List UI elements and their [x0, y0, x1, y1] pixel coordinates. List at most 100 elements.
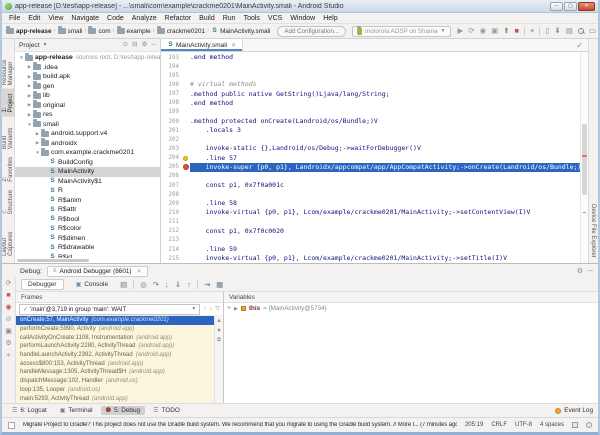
code-text[interactable]: const p1, 0x7f0a001c — [190, 181, 284, 190]
code-line-215[interactable]: 215 invoke-virtual {p0, p1}, Lcom/exampl… — [161, 254, 580, 263]
mute-breakpoints-icon[interactable]: ⊘ — [6, 316, 12, 323]
tree-item-mainactivity-1[interactable]: S MainActivity$1 — [15, 177, 160, 187]
twisty-right-icon[interactable]: ▶ — [26, 74, 33, 80]
tree-item-smali[interactable]: ▼ smali — [15, 119, 160, 130]
line-number[interactable]: 198 — [161, 100, 181, 106]
thread-dump-icon[interactable]: ▣ — [5, 328, 12, 335]
scroll-down-icon[interactable]: ▼ — [216, 328, 221, 335]
menu-refactor[interactable]: Refactor — [161, 15, 195, 22]
breadcrumb-example[interactable]: example — [116, 26, 151, 35]
line-number[interactable]: 215 — [161, 256, 181, 262]
frame-down-icon[interactable]: ↓ — [209, 306, 212, 312]
attach-debugger-icon[interactable]: ⌖ — [530, 27, 534, 35]
profiler-icon[interactable]: ⬆ — [503, 27, 509, 35]
menu-code[interactable]: Code — [103, 15, 128, 22]
code-line-207[interactable]: 207 const p1, 0x7f0a001c — [161, 181, 580, 190]
code-text[interactable]: .line 59 — [190, 245, 237, 254]
tree-item-app-release[interactable]: ▼ app-release sources root, D:\test\app-re… — [15, 52, 160, 63]
line-number[interactable]: 208 — [161, 192, 181, 198]
tree-item-buildconfig[interactable]: S BuildConfig — [15, 158, 160, 168]
tree-item-r-anim[interactable]: S R$anim — [15, 196, 160, 206]
code-line-211[interactable]: 211 — [161, 218, 580, 227]
stack-frame[interactable]: handleLaunchActivity:2392, ActivityThrea… — [16, 351, 223, 360]
stack-frame[interactable]: performLaunchActivity:2280, ActivityThre… — [16, 342, 223, 351]
code-line-202[interactable]: 202 — [161, 135, 580, 144]
line-number[interactable]: 207 — [161, 183, 181, 189]
inspection-ok-icon[interactable]: ✓ — [576, 41, 583, 50]
tree-item-androidx[interactable]: ▶ androidx — [15, 138, 160, 149]
tree-item-r-color[interactable]: S R$color — [15, 224, 160, 234]
line-number[interactable]: 206 — [161, 173, 181, 179]
tree-item-com-example-crackme0201[interactable]: ▼ com.example.crackme0201 — [15, 147, 160, 158]
tab-console[interactable]: ▣ Console — [70, 280, 115, 289]
tool-button-layout-captures[interactable]: Layout Captures — [1, 218, 15, 260]
line-number[interactable]: 202 — [161, 137, 181, 143]
avd-manager-icon[interactable]: ▯ — [545, 27, 549, 35]
code-text[interactable]: # virtual methods — [190, 80, 257, 89]
stack-frame[interactable]: dispatchMessage:102, Handler (android.os) — [16, 377, 223, 386]
indexing-indicator-icon[interactable] — [586, 422, 592, 428]
tree-item-build-apk[interactable]: ▶ build.apk — [15, 71, 160, 82]
code-text[interactable]: .line 57 — [190, 154, 237, 163]
tool-button-device-file-explorer[interactable]: Device File Explorer — [590, 204, 596, 258]
code-editor[interactable]: 193 .end method 194 195 196 # virtual methods… — [161, 52, 588, 263]
code-text[interactable]: const p1, 0x7f0c0020 — [190, 227, 284, 236]
code-text[interactable]: invoke-super {p0, p1}, Landroidx/appcomp… — [190, 162, 580, 172]
tree-item--idea[interactable]: ▶ .idea — [15, 62, 160, 73]
code-text[interactable]: .line 58 — [190, 199, 237, 208]
code-line-209[interactable]: 209 .line 58 — [161, 199, 580, 208]
scrollbar-thumb[interactable] — [582, 123, 587, 196]
show-execution-point-icon[interactable]: ◎ — [140, 281, 147, 289]
step-out-icon[interactable]: ↑ — [187, 281, 191, 289]
code-text[interactable]: .method protected onCreate(Landroid/os/B… — [190, 117, 378, 126]
tool-button-7-structure[interactable]: 7: Structure — [1, 186, 15, 218]
tool-button-1-project[interactable]: 1: Project — [1, 89, 15, 117]
project-horizontal-scrollbar[interactable] — [15, 258, 160, 263]
twisty-down-icon[interactable]: ▼ — [26, 122, 33, 127]
pin-icon[interactable]: ⌖ — [7, 352, 11, 359]
line-number[interactable]: 201 — [161, 128, 181, 134]
stop-icon[interactable]: ■ — [515, 27, 520, 35]
gear-icon[interactable]: ⚙ — [577, 268, 583, 275]
code-text[interactable]: invoke-virtual {p0, p1}, Lcom/example/cr… — [190, 254, 507, 263]
twisty-right-icon[interactable]: ▶ — [26, 112, 33, 118]
collapse-all-icon[interactable]: ⊟ — [132, 41, 137, 49]
stack-frame[interactable]: onCreate:57, MainActivity (com.example.cr… — [16, 316, 223, 325]
rerun-icon[interactable]: ⟳ — [6, 280, 12, 287]
expand-icon[interactable]: ▶ — [234, 306, 238, 312]
view-breakpoints-icon[interactable]: ◉ — [5, 304, 11, 311]
apply-changes-icon[interactable]: ⟳ — [468, 27, 474, 35]
stack-frame[interactable]: handleMessage:1305, ActivityThread$H (and… — [16, 368, 223, 377]
thread-selector[interactable]: ✓ 'main'@3,719 in group 'main': WAIT ▼ — [19, 303, 201, 315]
twisty-right-icon[interactable]: ▶ — [34, 131, 41, 137]
code-line-193[interactable]: 193 .end method — [161, 53, 580, 62]
tool-window-button-terminal[interactable]: ▣ Terminal — [55, 406, 98, 415]
line-number[interactable]: 214 — [161, 247, 181, 253]
twisty-right-icon[interactable]: ▶ — [26, 102, 33, 108]
close-icon[interactable]: ✕ — [137, 268, 142, 275]
sdk-manager-icon[interactable]: ⬇ — [554, 27, 560, 35]
add-watch-icon[interactable]: + — [227, 305, 231, 312]
add-configuration-button[interactable]: Add Configuration... — [277, 25, 347, 37]
bookmark-icon[interactable]: ▭ — [589, 27, 596, 35]
close-button[interactable]: ✕ — [578, 1, 595, 11]
code-line-197[interactable]: 197 .method public native GetString()Ljav… — [161, 90, 580, 99]
code-line-206[interactable]: 206 — [161, 172, 580, 181]
stack-frame[interactable]: callActivityOnCreate:1108, Instrumentati… — [16, 333, 223, 342]
stack-frame[interactable]: performCreate:5990, Activity (android.app… — [16, 325, 223, 334]
code-line-210[interactable]: 210 invoke-virtual {p0, p1}, Lcom/exampl… — [161, 208, 580, 217]
code-text[interactable]: .locals 3 — [190, 126, 241, 135]
line-number[interactable]: 195 — [161, 73, 181, 79]
code-line-200[interactable]: 200 .method protected onCreate(Landroid/o… — [161, 117, 580, 126]
caret-position[interactable]: 205:19 — [465, 422, 483, 428]
step-into-icon[interactable]: ↓ — [165, 281, 169, 289]
line-number[interactable]: 209 — [161, 201, 181, 207]
settings-icon[interactable]: ⚙ — [5, 340, 11, 347]
tab-mainactivity-smali[interactable]: S MainActivity.smali ✕ — [161, 39, 244, 51]
line-number[interactable]: 193 — [161, 55, 181, 61]
line-number[interactable]: 213 — [161, 237, 181, 243]
code-line-205[interactable]: 205 invoke-super {p0, p1}, Landroidx/app… — [161, 162, 580, 172]
tree-item-original[interactable]: ▶ original — [15, 100, 160, 111]
error-stripe-mark[interactable] — [582, 155, 587, 158]
breadcrumb-crackme0201[interactable]: crackme0201 — [156, 26, 205, 35]
